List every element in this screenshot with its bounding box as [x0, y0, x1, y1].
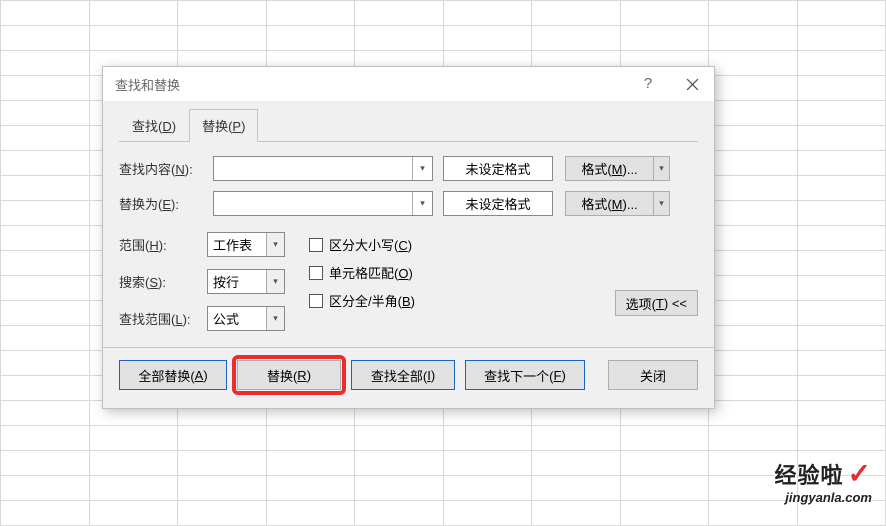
tab-find[interactable]: 查找(D)	[119, 109, 189, 142]
dialog-title: 查找和替换	[115, 75, 626, 94]
lookin-select[interactable]: 公式 ▾	[207, 306, 285, 331]
find-all-button[interactable]: 查找全部(I)	[351, 360, 455, 390]
tab-replace[interactable]: 替换(P)	[189, 109, 258, 142]
match-case-check[interactable]: 区分大小写(C)	[309, 235, 415, 254]
find-input-wrap: ▾	[213, 156, 433, 181]
chevron-down-icon[interactable]: ▾	[653, 192, 669, 215]
tab-strip: 查找(D) 替换(P)	[119, 109, 698, 142]
find-replace-dialog: 查找和替换 ? 查找(D) 替换(P) 查找内容(N): ▾ 未设定格式 格式(…	[102, 66, 715, 409]
replace-format-button[interactable]: 格式(M)... ▾	[565, 191, 670, 216]
replace-all-button[interactable]: 全部替换(A)	[119, 360, 227, 390]
options-toggle-button[interactable]: 选项(T) <<	[615, 290, 698, 316]
find-format-display: 未设定格式	[443, 156, 553, 181]
chevron-down-icon: ▾	[266, 307, 284, 330]
chevron-down-icon: ▾	[266, 270, 284, 293]
chevron-down-icon[interactable]: ▾	[412, 192, 432, 215]
lookin-label: 查找范围(L):	[119, 309, 207, 328]
scope-label: 范围(H):	[119, 235, 207, 254]
match-width-checkbox[interactable]	[309, 294, 323, 308]
close-button[interactable]: 关闭	[608, 360, 698, 390]
search-label: 搜索(S):	[119, 272, 207, 291]
chevron-down-icon[interactable]: ▾	[653, 157, 669, 180]
match-cell-checkbox[interactable]	[309, 266, 323, 280]
replace-input-wrap: ▾	[213, 191, 433, 216]
chevron-down-icon[interactable]: ▾	[412, 157, 432, 180]
replace-input[interactable]	[213, 191, 433, 216]
match-case-checkbox[interactable]	[309, 238, 323, 252]
check-icon: ✓	[848, 457, 872, 490]
search-select[interactable]: 按行 ▾	[207, 269, 285, 294]
match-cell-check[interactable]: 单元格匹配(O)	[309, 263, 415, 282]
find-input[interactable]	[213, 156, 433, 181]
highlight-box	[232, 355, 346, 395]
find-format-button[interactable]: 格式(M)... ▾	[565, 156, 670, 181]
watermark-brand: 经验啦	[775, 458, 844, 490]
find-label: 查找内容(N):	[119, 159, 207, 178]
replace-format-display: 未设定格式	[443, 191, 553, 216]
replace-label: 替换为(E):	[119, 194, 207, 213]
dialog-titlebar[interactable]: 查找和替换 ?	[103, 67, 714, 101]
chevron-down-icon: ▾	[266, 233, 284, 256]
replace-button[interactable]: 替换(R)	[237, 360, 341, 390]
scope-select[interactable]: 工作表 ▾	[207, 232, 285, 257]
match-width-check[interactable]: 区分全/半角(B)	[309, 291, 415, 310]
help-icon[interactable]: ?	[626, 67, 670, 101]
close-icon[interactable]	[670, 67, 714, 101]
watermark-url: jingyanla.com	[775, 490, 872, 505]
watermark: 经验啦 ✓ jingyanla.com	[775, 457, 872, 505]
find-next-button[interactable]: 查找下一个(F)	[465, 360, 585, 390]
